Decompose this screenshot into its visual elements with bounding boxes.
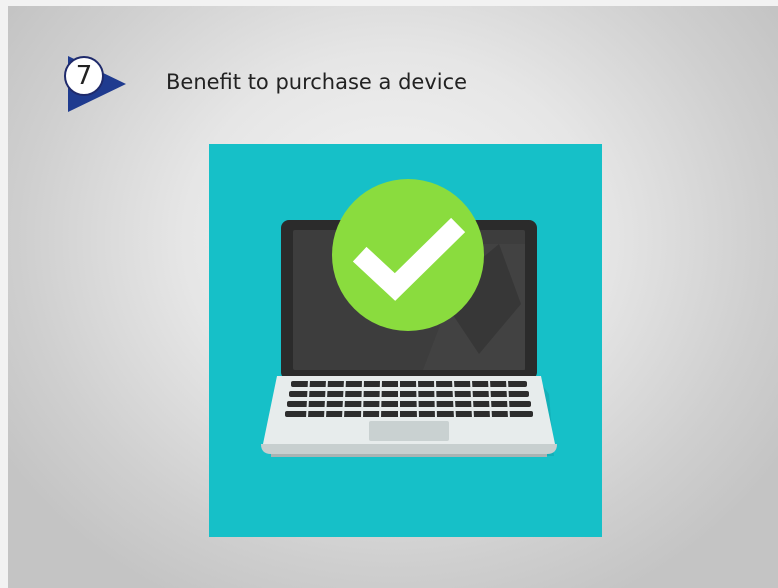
step-marker: 7: [58, 48, 132, 118]
checkmark-circle: [332, 179, 484, 331]
slide: 7 Benefit to purchase a device: [8, 6, 778, 588]
laptop-checkmark-illustration: [209, 144, 602, 537]
slide-title: Benefit to purchase a device: [166, 70, 468, 94]
touchpad: [369, 421, 449, 441]
step-number-badge: 7: [64, 56, 104, 96]
